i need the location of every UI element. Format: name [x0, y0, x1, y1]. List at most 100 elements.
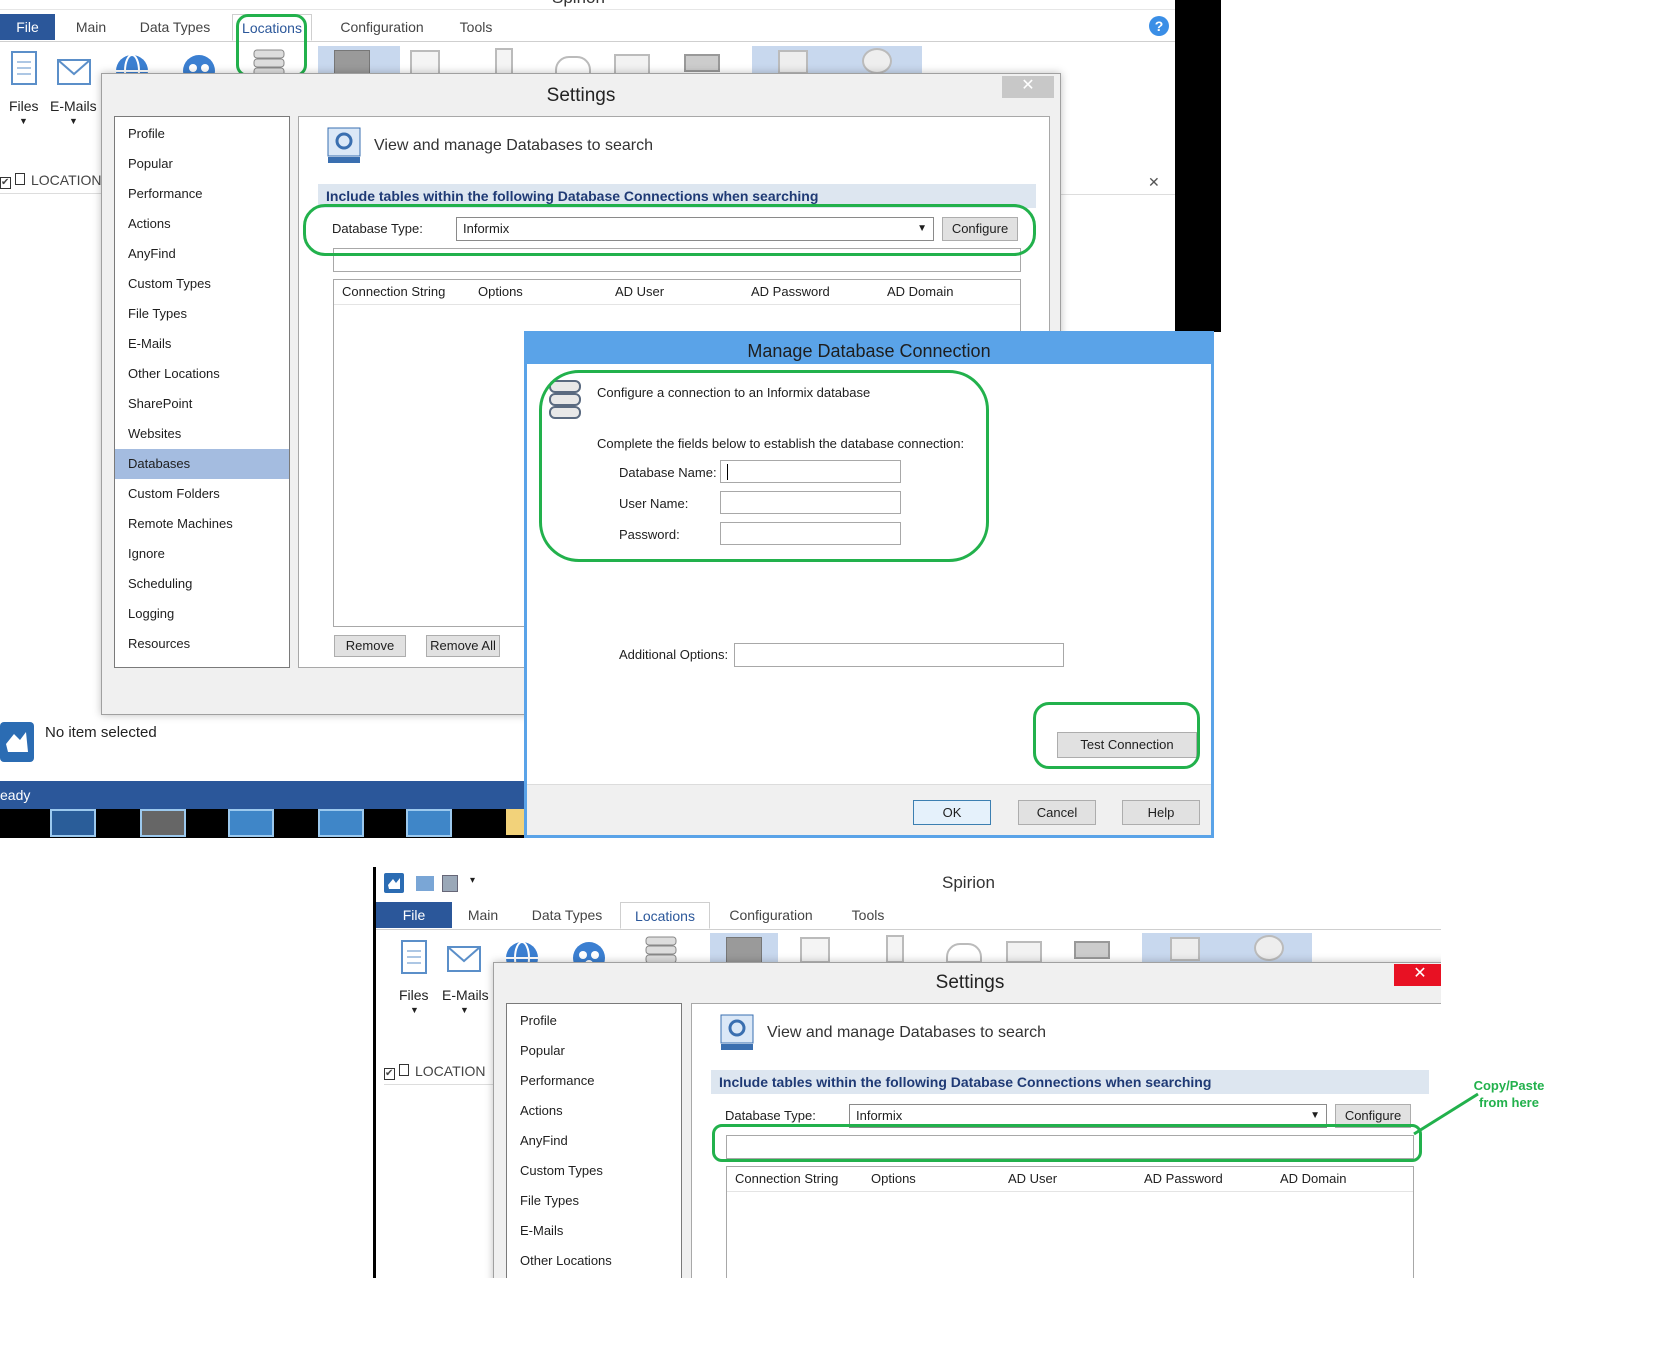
nav-item-performance[interactable]: Performance [115, 179, 289, 209]
tab-locations[interactable]: Locations [620, 902, 710, 929]
help-button[interactable]: Help [1122, 800, 1200, 825]
nav-item-other-locations[interactable]: Other Locations [115, 359, 289, 389]
drive-icon[interactable] [1074, 941, 1110, 959]
settings-close-button[interactable]: ✕ [1394, 964, 1441, 986]
nav-item-logging[interactable]: Logging [115, 599, 289, 629]
tab-tools[interactable]: Tools [838, 902, 898, 928]
files-icon[interactable] [400, 939, 428, 975]
configure-button[interactable]: Configure [942, 217, 1018, 241]
nav-item-anyfind[interactable]: AnyFind [507, 1126, 681, 1156]
taskbar-app-icon-3[interactable] [228, 809, 274, 837]
email-icon[interactable] [56, 52, 92, 86]
col-ad-password[interactable]: AD Password [1144, 1171, 1223, 1186]
computer-icon[interactable] [726, 937, 762, 963]
customize-dropdown-icon[interactable]: ▾ [470, 875, 475, 886]
taskbar-app-icon-5[interactable] [406, 809, 452, 837]
nav-item-custom-types[interactable]: Custom Types [507, 1156, 681, 1186]
remove-all-button[interactable]: Remove All [426, 635, 500, 657]
tab-configuration[interactable]: Configuration [716, 902, 826, 928]
tab-file[interactable]: File [376, 902, 452, 928]
tab-configuration[interactable]: Configuration [326, 14, 438, 40]
emails-dropdown-icon[interactable]: ▼ [69, 116, 78, 126]
cloud-icon[interactable] [946, 943, 982, 963]
nav-item-emails[interactable]: E-Mails [115, 329, 289, 359]
col-connection-string[interactable]: Connection String [342, 284, 445, 299]
password-input[interactable] [720, 522, 901, 545]
help-icon[interactable]: ? [1149, 16, 1169, 36]
results-close-icon[interactable]: ✕ [1148, 174, 1160, 191]
settings-close-button[interactable]: ✕ [1002, 76, 1054, 98]
documents-icon[interactable] [800, 937, 830, 963]
tab-data-types[interactable]: Data Types [524, 902, 610, 928]
location-column-label[interactable]: LOCATION [31, 172, 102, 188]
open-icon[interactable] [416, 876, 434, 891]
nav-item-file-types[interactable]: File Types [507, 1186, 681, 1216]
nav-item-actions[interactable]: Actions [507, 1096, 681, 1126]
nav-item-popular[interactable]: Popular [507, 1036, 681, 1066]
location-column-label[interactable]: LOCATION [415, 1063, 486, 1079]
additional-options-input[interactable] [734, 643, 1064, 667]
taskbar-folder-icon[interactable] [506, 809, 526, 835]
tab-locations[interactable]: Locations [232, 14, 312, 41]
tab-tools[interactable]: Tools [450, 14, 502, 40]
checkbox-icon[interactable]: ✔ [0, 177, 11, 189]
nav-item-profile[interactable]: Profile [507, 1006, 681, 1036]
scanner-icon[interactable] [778, 50, 808, 74]
col-connection-string[interactable]: Connection String [735, 1171, 838, 1186]
db-type-select[interactable]: Informix ▼ [456, 217, 934, 241]
user-name-input[interactable] [720, 491, 901, 514]
files-icon[interactable] [10, 50, 38, 86]
col-options[interactable]: Options [871, 1171, 916, 1186]
tab-main[interactable]: Main [456, 902, 510, 928]
tab-data-types[interactable]: Data Types [130, 14, 220, 40]
taskbar-app-icon-1[interactable] [50, 809, 96, 837]
usb-icon[interactable] [495, 48, 513, 76]
scanner-icon[interactable] [1170, 937, 1200, 961]
save-icon[interactable] [442, 875, 458, 892]
nav-item-sharepoint[interactable]: SharePoint [115, 389, 289, 419]
checkbox-icon[interactable]: ✔ [384, 1068, 395, 1080]
nav-item-websites[interactable]: Websites [115, 419, 289, 449]
emails-dropdown-icon[interactable]: ▼ [460, 1005, 469, 1015]
taskbar-app-icon-4[interactable] [318, 809, 364, 837]
connection-string-input[interactable] [333, 248, 1021, 272]
nav-item-file-types[interactable]: File Types [115, 299, 289, 329]
col-ad-user[interactable]: AD User [1008, 1171, 1057, 1186]
database-name-input[interactable] [720, 460, 901, 483]
test-connection-button[interactable]: Test Connection [1057, 732, 1197, 758]
nav-item-databases[interactable]: Databases [115, 449, 289, 479]
connections-list[interactable]: Connection String Options AD User AD Pas… [726, 1166, 1414, 1278]
ok-button[interactable]: OK [913, 800, 991, 825]
nav-item-popular[interactable]: Popular [115, 149, 289, 179]
nav-item-other-locations[interactable]: Other Locations [507, 1246, 681, 1276]
nav-item-anyfind[interactable]: AnyFind [115, 239, 289, 269]
col-options[interactable]: Options [478, 284, 523, 299]
nav-item-actions[interactable]: Actions [115, 209, 289, 239]
connection-string-input[interactable] [726, 1135, 1414, 1159]
nav-item-performance[interactable]: Performance [507, 1066, 681, 1096]
nav-item-custom-types[interactable]: Custom Types [115, 269, 289, 299]
taskbar-app-icon-2[interactable] [140, 809, 186, 837]
drive-icon[interactable] [684, 54, 720, 72]
files-dropdown-icon[interactable]: ▼ [410, 1005, 419, 1015]
database-icon[interactable] [644, 935, 678, 965]
tab-file[interactable]: File [0, 14, 55, 40]
nav-item-resources[interactable]: Resources [115, 629, 289, 659]
nav-item-remote-machines[interactable]: Remote Machines [115, 509, 289, 539]
nav-item-scheduling[interactable]: Scheduling [115, 569, 289, 599]
remove-button[interactable]: Remove [334, 635, 406, 657]
email-icon[interactable] [446, 939, 482, 973]
col-ad-domain[interactable]: AD Domain [887, 284, 953, 299]
folder-icon[interactable] [1006, 941, 1042, 963]
files-dropdown-icon[interactable]: ▼ [19, 116, 28, 126]
usb-icon[interactable] [886, 935, 904, 963]
nav-item-custom-folders[interactable]: Custom Folders [115, 479, 289, 509]
configure-button[interactable]: Configure [1335, 1104, 1411, 1128]
cancel-button[interactable]: Cancel [1018, 800, 1096, 825]
attachment-icon[interactable] [1254, 935, 1284, 961]
col-ad-domain[interactable]: AD Domain [1280, 1171, 1346, 1186]
nav-item-profile[interactable]: Profile [115, 119, 289, 149]
col-ad-password[interactable]: AD Password [751, 284, 830, 299]
attachment-icon[interactable] [862, 48, 892, 74]
db-type-select[interactable]: Informix ▼ [849, 1104, 1327, 1128]
